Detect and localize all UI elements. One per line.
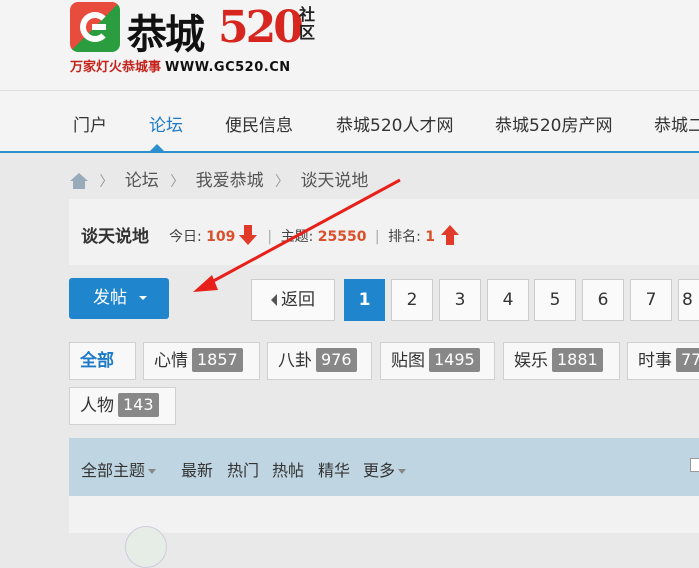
more-dropdown[interactable]: 更多 (363, 457, 407, 481)
filter-label: 八卦 (278, 351, 312, 371)
topics-count: 25550 (317, 229, 367, 245)
nav-item-forum[interactable]: 论坛 (149, 111, 183, 136)
logo-community: 社区 (299, 5, 316, 42)
breadcrumb-separator: 〉 (170, 174, 185, 190)
back-arrow-icon (271, 294, 277, 306)
topic-list (69, 496, 699, 533)
sort-digest[interactable]: 精华 (318, 457, 350, 481)
back-label: 返回 (281, 290, 315, 310)
nav-item-portal[interactable]: 门户 (73, 111, 107, 136)
main-nav: 门户 论坛 便民信息 恭城520人才网 恭城520房产网 恭城二 (0, 91, 699, 153)
page-2[interactable]: 2 (391, 279, 433, 321)
more-label: 更多 (363, 461, 396, 480)
nav-item-more[interactable]: 恭城二 (654, 111, 699, 136)
page-1[interactable]: 1 (344, 279, 385, 321)
rank-value: 1 (425, 229, 436, 245)
page-6[interactable]: 6 (582, 279, 624, 321)
filter-label: 时事 (638, 351, 672, 371)
filter-entertainment[interactable]: 娱乐 1881 (503, 342, 620, 380)
filter-people[interactable]: 人物 143 (69, 387, 176, 425)
all-topics-label: 全部主题 (81, 461, 146, 480)
breadcrumb-item-love-gongcheng[interactable]: 我爱恭城 (196, 171, 264, 191)
breadcrumb-separator: 〉 (275, 174, 290, 190)
logo-mark-icon (70, 2, 120, 52)
forum-name: 谈天说地 (81, 227, 149, 247)
filter-count: 1495 (429, 348, 480, 372)
site-header: 恭城 520 社区 万家灯火恭城事 WWW.GC520.CN (0, 0, 699, 91)
all-topics-dropdown[interactable]: 全部主题 (81, 457, 157, 481)
annotation-arrow-head (193, 275, 218, 292)
filter-mood[interactable]: 心情 1857 (143, 342, 260, 380)
new-post-button[interactable]: 发帖 (69, 278, 169, 319)
filter-gossip[interactable]: 八卦 976 (267, 342, 372, 380)
avatar[interactable] (125, 526, 167, 568)
filter-label: 心情 (154, 351, 188, 371)
page-5[interactable]: 5 (534, 279, 576, 321)
nav-active-indicator (150, 144, 164, 151)
forum-info-panel: 谈天说地 今日: 109 | 主题: 25550 | 排名: 1 (69, 199, 699, 265)
filter-count: 1857 (192, 348, 243, 372)
arrow-up-icon (441, 225, 460, 245)
logo-number: 520 (218, 2, 304, 53)
filter-count: 143 (118, 393, 159, 417)
filter-pictures[interactable]: 贴图 1495 (380, 342, 495, 380)
breadcrumb-item-chat[interactable]: 谈天说地 (300, 171, 368, 191)
stats-separator: | (267, 229, 273, 245)
nav-item-jobs[interactable]: 恭城520人才网 (336, 111, 453, 136)
filter-count: 77 (676, 348, 699, 372)
breadcrumb: 〉 论坛 〉 我爱恭城 〉 谈天说地 (70, 166, 368, 191)
today-label: 今日: (169, 229, 202, 245)
today-count: 109 (206, 229, 236, 245)
filter-label: 娱乐 (514, 351, 548, 371)
topics-label: 主题: (280, 229, 314, 245)
page-7[interactable]: 7 (630, 279, 672, 321)
stats-separator: | (374, 229, 380, 245)
page-4[interactable]: 4 (487, 279, 529, 321)
chevron-down-icon (398, 469, 407, 474)
chevron-down-icon (148, 469, 157, 474)
sort-latest[interactable]: 最新 (181, 457, 213, 481)
sort-hot[interactable]: 热门 (227, 457, 259, 481)
filter-all[interactable]: 全部 (69, 342, 136, 380)
nav-item-local-info[interactable]: 便民信息 (225, 111, 293, 136)
logo-url: WWW.GC520.CN (165, 60, 291, 75)
topic-sort-bar: 全部主题 最新 热门 热帖 精华 更多 (69, 438, 699, 496)
filter-current-events[interactable]: 时事77 (627, 342, 699, 380)
home-icon[interactable] (70, 173, 88, 189)
filter-label: 人物 (80, 396, 114, 416)
page-8[interactable]: 8 (678, 279, 699, 321)
filter-count: 976 (316, 348, 357, 372)
site-logo[interactable]: 恭城 520 社区 万家灯火恭城事 WWW.GC520.CN (70, 0, 330, 80)
new-post-label: 发帖 (93, 288, 127, 308)
logo-title: 恭城 (127, 11, 205, 58)
breadcrumb-separator: 〉 (99, 174, 114, 190)
breadcrumb-item-forum[interactable]: 论坛 (125, 171, 159, 191)
nav-item-housing[interactable]: 恭城520房产网 (495, 111, 612, 136)
logo-slogan-text: 万家灯火恭城事 (70, 60, 162, 75)
arrow-down-icon (239, 225, 258, 245)
back-button[interactable]: 返回 (251, 279, 335, 321)
new-window-checkbox[interactable] (690, 458, 699, 472)
rank-label: 排名: (388, 229, 421, 245)
filter-count: 1881 (552, 348, 603, 372)
chevron-down-icon (139, 296, 147, 300)
forum-stats: 今日: 109 | 主题: 25550 | 排名: 1 (169, 225, 460, 246)
page-3[interactable]: 3 (439, 279, 481, 321)
filter-label: 贴图 (391, 351, 425, 371)
logo-slogan: 万家灯火恭城事 WWW.GC520.CN (70, 56, 291, 75)
sort-hot-posts[interactable]: 热帖 (272, 457, 304, 481)
